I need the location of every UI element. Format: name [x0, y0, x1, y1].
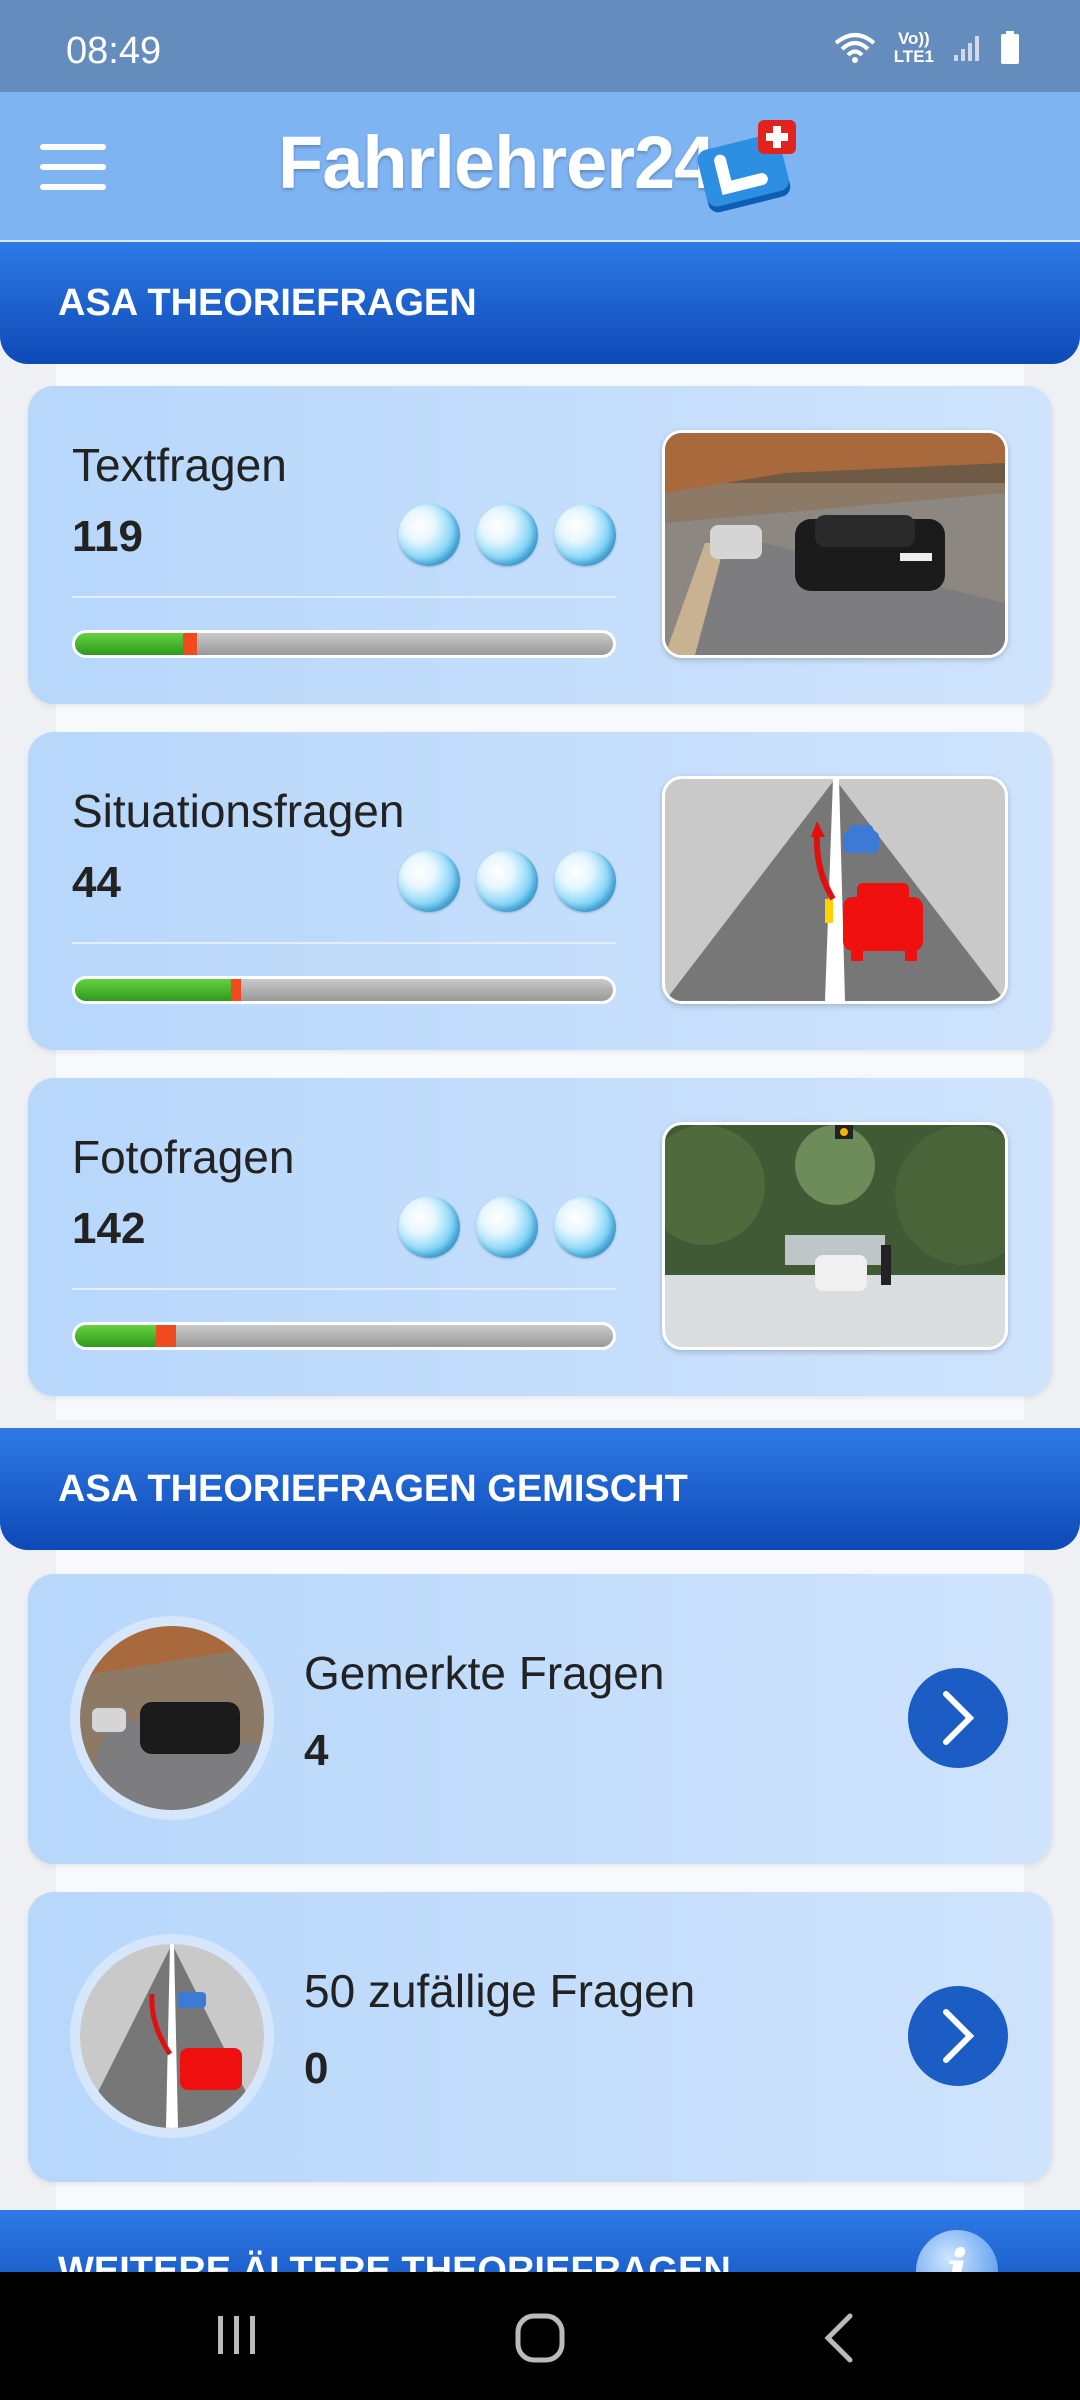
category-name: Textfragen: [72, 439, 287, 491]
medal-group: [398, 850, 616, 912]
list-item-title: Gemerkte Fragen: [304, 1647, 665, 1699]
medal-icon: [398, 850, 460, 912]
hamburger-menu-icon[interactable]: [40, 144, 106, 190]
app-header: Fahrlehrer24: [0, 92, 1080, 242]
list-item-count: 4: [304, 1726, 329, 1775]
list-item-count: 0: [304, 2044, 329, 2093]
medal-group: [398, 504, 616, 566]
progress-bar: [72, 1322, 616, 1350]
progress-bar: [72, 976, 616, 1004]
signal-icon: [954, 36, 979, 61]
section-title: ASA THEORIEFRAGEN GEMISCHT: [58, 1468, 688, 1510]
progress-correct: [75, 1325, 156, 1347]
medal-group: [398, 1196, 616, 1258]
chevron-right-icon[interactable]: [908, 1668, 1008, 1768]
wifi-icon: [834, 33, 875, 63]
progress-wrong: [231, 979, 242, 1001]
battery-icon: [1001, 31, 1019, 64]
category-name: Situationsfragen: [72, 785, 405, 837]
back-icon[interactable]: [822, 2312, 856, 2364]
category-card-fotofragen[interactable]: Fotofragen 142: [28, 1078, 1052, 1396]
progress-wrong: [182, 633, 197, 655]
divider: [72, 1288, 616, 1290]
medal-icon: [398, 504, 460, 566]
list-item-title: 50 zufällige Fragen: [304, 1965, 696, 2017]
section-title: ASA THEORIEFRAGEN: [58, 282, 477, 324]
divider: [72, 942, 616, 944]
progress-bar: [72, 630, 616, 658]
lte-label: LTE1: [893, 47, 934, 66]
system-navigation-bar: [0, 2272, 1080, 2400]
medal-icon: [398, 1196, 460, 1258]
category-image: [662, 776, 1008, 1004]
list-item-image: [70, 1934, 274, 2138]
category-card-textfragen[interactable]: Textfragen 119: [28, 386, 1052, 704]
status-bar: 08:49 Vo)) LTE1: [0, 0, 1080, 92]
network-indicator: Vo)) LTE1: [894, 30, 934, 66]
chevron-right-icon[interactable]: [908, 1986, 1008, 2086]
medal-icon: [476, 850, 538, 912]
recent-apps-icon[interactable]: [214, 2312, 260, 2358]
status-time: 08:49: [66, 30, 162, 72]
status-icons: Vo)) LTE1: [834, 30, 1020, 66]
progress-wrong: [155, 1325, 176, 1347]
app-title: Fahrlehrer24: [278, 121, 715, 204]
progress-correct: [75, 979, 232, 1001]
category-name: Fotofragen: [72, 1131, 295, 1183]
section-header-asa: ASA THEORIEFRAGEN: [0, 242, 1080, 364]
category-count: 142: [72, 1204, 146, 1253]
medal-icon: [554, 850, 616, 912]
medal-icon: [554, 1196, 616, 1258]
category-image: [662, 1122, 1008, 1350]
category-count: 119: [72, 512, 143, 561]
medal-icon: [554, 504, 616, 566]
list-item-zufaellige-fragen[interactable]: 50 zufällige Fragen 0: [28, 1892, 1052, 2182]
volte-label: Vo)): [897, 29, 930, 48]
category-count: 44: [72, 858, 121, 907]
list-item-image: [70, 1616, 274, 1820]
list-item-gemerkte-fragen[interactable]: Gemerkte Fragen 4: [28, 1574, 1052, 1864]
medal-icon: [476, 1196, 538, 1258]
home-icon[interactable]: [514, 2312, 566, 2364]
category-image: [662, 430, 1008, 658]
category-card-situationsfragen[interactable]: Situationsfragen 44: [28, 732, 1052, 1050]
app-logo-icon: [697, 120, 796, 213]
section-header-gemischt: ASA THEORIEFRAGEN GEMISCHT: [0, 1428, 1080, 1550]
divider: [72, 596, 616, 598]
medal-icon: [476, 504, 538, 566]
progress-correct: [75, 633, 183, 655]
